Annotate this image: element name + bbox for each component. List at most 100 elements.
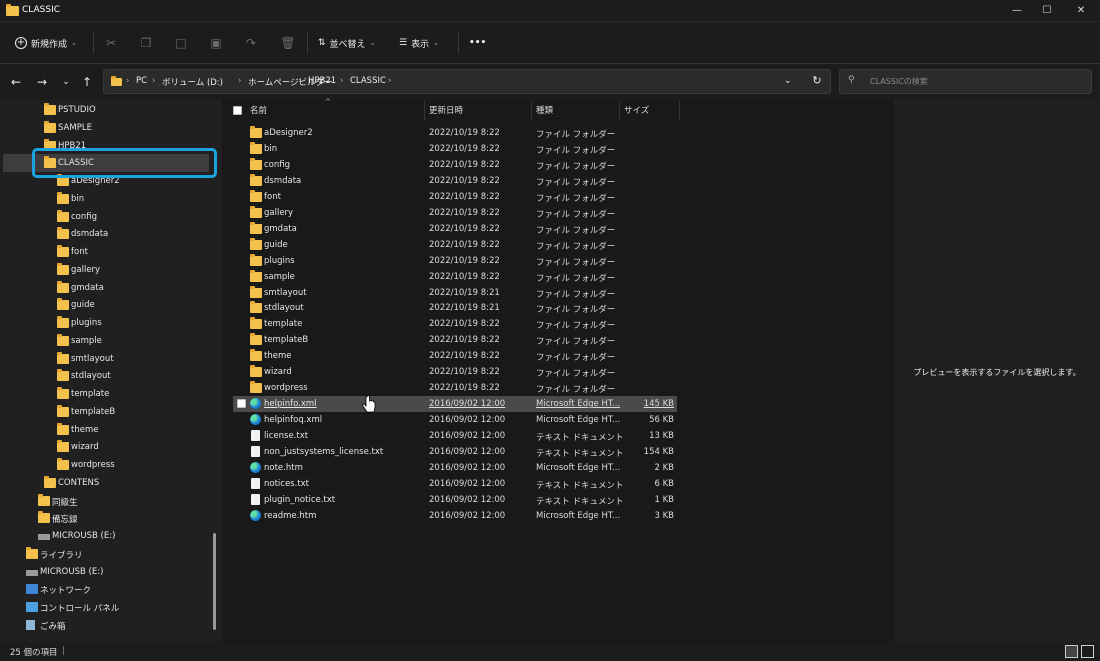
nav-item-templateb[interactable]: templateB [0, 404, 216, 421]
file-name: helpinfo.xml [264, 399, 317, 410]
nav-item-[interactable]: 同級生 [0, 493, 216, 510]
nav-item-wizard[interactable]: wizard [0, 439, 216, 456]
nav-item-bin[interactable]: bin [0, 191, 216, 208]
forward-arrow-icon[interactable]: → [33, 73, 51, 91]
column-header-type[interactable]: 種類 [536, 104, 553, 116]
details-view-icon[interactable] [1065, 645, 1078, 658]
more-options-button[interactable]: ••• [469, 34, 486, 52]
column-header-name[interactable]: 名前 [250, 104, 267, 116]
close-icon[interactable]: ✕ [1066, 0, 1096, 22]
nav-item-guide[interactable]: guide [0, 297, 216, 314]
nav-item-wordpress[interactable]: wordpress [0, 457, 216, 474]
file-row[interactable]: license.txt 2016/09/02 12:00 テキスト ドキュメント 13… [233, 428, 677, 444]
nav-item-pstudio[interactable]: PSTUDIO [0, 102, 216, 119]
cut-icon[interactable]: ✂ [103, 35, 119, 51]
nav-item-dsmdata[interactable]: dsmdata [0, 226, 216, 243]
nav-item-label: ライブラリ [40, 550, 83, 561]
folder-row[interactable]: template 2022/10/19 8:22 ファイル フォルダー [233, 316, 677, 332]
folder-row[interactable]: wizard 2022/10/19 8:22 ファイル フォルダー [233, 364, 677, 380]
breadcrumb-hpb21[interactable]: HPB21 [308, 76, 336, 86]
search-input[interactable]: ⚲ CLASSICの検索 [839, 69, 1092, 94]
column-divider[interactable] [679, 101, 680, 121]
folder-row[interactable]: bin 2022/10/19 8:22 ファイル フォルダー [233, 141, 677, 157]
nav-item-template[interactable]: template [0, 386, 216, 403]
folder-row[interactable]: gallery 2022/10/19 8:22 ファイル フォルダー [233, 205, 677, 221]
control-panel-icon [26, 602, 38, 612]
delete-icon[interactable]: 🗑 [280, 35, 296, 51]
file-date: 2016/09/02 12:00 [429, 431, 506, 442]
back-arrow-icon[interactable]: ← [7, 73, 25, 91]
breadcrumb-volume[interactable]: ボリューム (D:) [162, 76, 223, 88]
row-checkbox[interactable] [237, 399, 246, 409]
copy-icon[interactable]: ❐ [138, 35, 154, 51]
nav-item-[interactable]: ライブラリ [0, 546, 216, 563]
item-count: 25 個の項目 [10, 648, 58, 658]
nav-item-[interactable]: ごみ箱 [0, 617, 216, 634]
nav-item-sample[interactable]: sample [0, 333, 216, 350]
folder-row[interactable]: font 2022/10/19 8:22 ファイル フォルダー [233, 189, 677, 205]
folder-row[interactable]: smtlayout 2022/10/19 8:21 ファイル フォルダー [233, 285, 677, 301]
nav-item-contens[interactable]: CONTENS [0, 475, 216, 492]
tiles-view-icon[interactable] [1081, 645, 1094, 658]
sort-button[interactable]: ⇅ 並べ替え ⌄ [318, 34, 375, 52]
file-row[interactable]: readme.htm 2016/09/02 12:00 Microsoft Edge… [233, 508, 677, 524]
file-row[interactable]: non_justsystems_license.txt 2016/09/02 12… [233, 444, 677, 460]
file-row[interactable]: helpinfo.xml 2016/09/02 12:00 Microsoft Ed… [233, 396, 677, 413]
nav-item-gmdata[interactable]: gmdata [0, 280, 216, 297]
breadcrumb-classic[interactable]: CLASSIC [350, 76, 386, 86]
nav-item-gallery[interactable]: gallery [0, 262, 216, 279]
nav-item-microusb-e[interactable]: MICROUSB (E:) [0, 528, 216, 545]
new-button[interactable]: + 新規作成 ⌄ [15, 34, 77, 52]
file-row[interactable]: helpinfoq.xml 2016/09/02 12:00 Microsoft E… [233, 412, 677, 428]
breadcrumb-pc[interactable]: PC [136, 76, 147, 86]
folder-row[interactable]: plugins 2022/10/19 8:22 ファイル フォルダー [233, 253, 677, 269]
preview-pane: プレビューを表示するファイルを選択します。 [894, 100, 1100, 642]
folder-row[interactable]: dsmdata 2022/10/19 8:22 ファイル フォルダー [233, 173, 677, 189]
folder-row[interactable]: guide 2022/10/19 8:22 ファイル フォルダー [233, 237, 677, 253]
folder-row[interactable]: stdlayout 2022/10/19 8:21 ファイル フォルダー [233, 300, 677, 316]
folder-row[interactable]: theme 2022/10/19 8:22 ファイル フォルダー [233, 348, 677, 364]
file-row[interactable]: plugin_notice.txt 2016/09/02 12:00 テキスト ドキ… [233, 492, 677, 508]
nav-item-label: stdlayout [71, 371, 111, 382]
file-type: ファイル フォルダー [536, 209, 616, 220]
recent-chevron-icon[interactable]: ⌄ [57, 73, 75, 91]
nav-item-smtlayout[interactable]: smtlayout [0, 351, 216, 368]
address-history-chevron-icon[interactable]: ⌄ [784, 76, 792, 86]
nav-item-[interactable]: コントロール パネル [0, 599, 216, 616]
nav-item-font[interactable]: font [0, 244, 216, 261]
address-bar[interactable]: › PC › ボリューム (D:) › ホームページビルダー › HPB21 ›… [103, 69, 831, 94]
folder-row[interactable]: gmdata 2022/10/19 8:22 ファイル フォルダー [233, 221, 677, 237]
up-arrow-icon[interactable]: ↑ [78, 73, 96, 91]
nav-item-[interactable]: 備忘録 [0, 510, 216, 527]
column-header-size[interactable]: サイズ [624, 104, 649, 116]
select-all-checkbox[interactable] [233, 106, 242, 115]
file-row[interactable]: notices.txt 2016/09/02 12:00 テキスト ドキュメント 6 … [233, 476, 677, 492]
nav-item-microusb-e[interactable]: MICROUSB (E:) [0, 564, 216, 581]
nav-item-plugins[interactable]: plugins [0, 315, 216, 332]
rename-icon[interactable]: ▣ [208, 35, 224, 51]
nav-item-theme[interactable]: theme [0, 422, 216, 439]
folder-row[interactable]: aDesigner2 2022/10/19 8:22 ファイル フォルダー [233, 125, 677, 141]
folder-row[interactable]: wordpress 2022/10/19 8:22 ファイル フォルダー [233, 380, 677, 396]
column-divider[interactable] [531, 101, 532, 121]
maximize-icon[interactable]: ☐ [1032, 0, 1062, 22]
paste-icon[interactable]: □ [173, 35, 189, 51]
nav-item-[interactable]: ネットワーク [0, 581, 216, 598]
file-row[interactable]: note.htm 2016/09/02 12:00 Microsoft Edge H… [233, 460, 677, 476]
folder-row[interactable]: config 2022/10/19 8:22 ファイル フォルダー [233, 157, 677, 173]
minimize-icon[interactable]: — [1002, 0, 1032, 22]
folder-row[interactable]: templateB 2022/10/19 8:22 ファイル フォルダー [233, 332, 677, 348]
column-header-date[interactable]: 更新日時 [429, 104, 463, 116]
nav-item-stdlayout[interactable]: stdlayout [0, 368, 216, 385]
folder-icon [57, 351, 69, 364]
folder-row[interactable]: sample 2022/10/19 8:22 ファイル フォルダー [233, 269, 677, 285]
column-divider[interactable] [619, 101, 620, 121]
nav-item-config[interactable]: config [0, 209, 216, 226]
view-button[interactable]: ☰ 表示 ⌄ [399, 34, 439, 52]
refresh-icon[interactable]: ↻ [809, 73, 825, 89]
nav-item-label: smtlayout [71, 353, 114, 364]
share-icon[interactable]: ↷ [243, 35, 259, 51]
column-divider[interactable] [424, 101, 425, 121]
nav-scrollbar[interactable] [213, 533, 216, 630]
nav-item-sample[interactable]: SAMPLE [0, 120, 216, 137]
